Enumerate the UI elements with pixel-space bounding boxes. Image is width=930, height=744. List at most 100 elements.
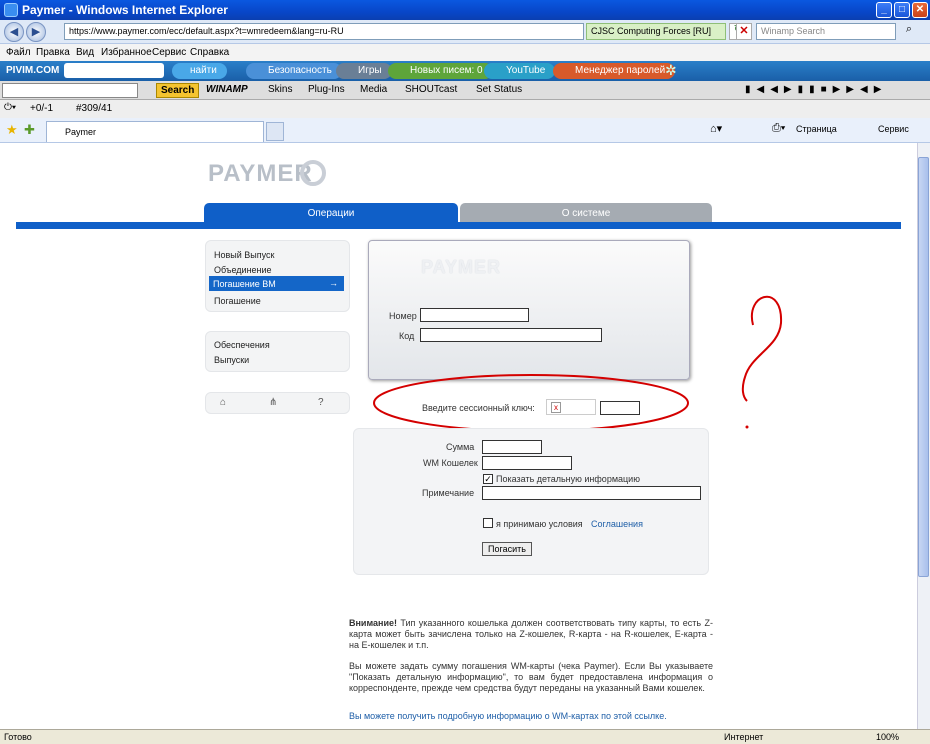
settings-gear-icon[interactable]: ✲ (665, 62, 677, 79)
address-bar[interactable]: https://www.paymer.com/ecc/default.aspx?… (64, 23, 584, 40)
paymer-logo-swirl-icon (300, 160, 326, 186)
youtube-button[interactable]: YouTube (484, 63, 556, 79)
sidebar-item-issues[interactable]: Выпуски (214, 355, 249, 365)
pivim-find-button[interactable]: найти (172, 63, 227, 79)
status-text: Готово (4, 732, 32, 742)
menu-favorites[interactable]: Избранное (101, 47, 152, 58)
winamp-toolbar: Search WINAMP Skins Plug-Ins Media SHOUT… (0, 81, 930, 100)
sidebar-item-redeem-vm[interactable]: Погашение ВМ → (209, 276, 344, 291)
winamp-search-input[interactable] (2, 83, 138, 98)
password-manager-button[interactable]: Менеджер паролей (553, 63, 676, 79)
rank-value: #309/41 (76, 103, 113, 114)
sitemap-icon[interactable]: ⋔ (269, 397, 277, 408)
tab-paymer[interactable]: Paymer (46, 121, 264, 142)
wallet-input[interactable] (482, 456, 572, 470)
code-label: Код (399, 331, 415, 341)
sidebar-item-merge[interactable]: Объединение (214, 265, 272, 275)
pivim-toolbar: PIVIM.COM найти Безопасность Игры Новых … (0, 61, 930, 81)
back-button[interactable]: ◀ (4, 22, 24, 42)
menu-help[interactable]: Справка (190, 47, 229, 58)
warning-bold: Внимание! (349, 618, 397, 628)
tab-title: Paymer (65, 127, 97, 137)
scrollbar-thumb[interactable] (918, 157, 929, 577)
shoutcast-menu[interactable]: SHOUTcast (405, 84, 457, 95)
internet-zone: Интернет (724, 732, 764, 742)
question-mark-annotation (741, 295, 783, 429)
zoom-level[interactable]: 100% (876, 732, 899, 742)
search-input[interactable]: Winamp Search (756, 23, 896, 40)
info-note: Вы можете задать сумму погашения WM-карт… (349, 661, 713, 693)
winamp-search-button[interactable]: Search (156, 83, 200, 98)
set-status-menu[interactable]: Set Status (476, 84, 522, 95)
pivim-logo: PIVIM.COM (6, 65, 60, 76)
details-checkbox[interactable]: ✓ (483, 474, 493, 484)
accept-terms-label: я принимаю условия (496, 519, 583, 529)
new-tab-button[interactable] (266, 122, 284, 141)
maximize-button[interactable]: □ (894, 2, 910, 18)
winamp-player-controls-icon[interactable]: ▮◀◀▶▮▮■▶▶◀▶ (745, 84, 887, 95)
service-menu[interactable]: Сервис (878, 124, 909, 134)
sidebar-item-collateral[interactable]: Обеспечения (214, 340, 270, 350)
mail-button[interactable]: Новых писем: 0 (388, 63, 493, 79)
wallet-label: WM Кошелек (423, 458, 478, 468)
plugins-menu[interactable]: Plug-Ins (308, 84, 345, 95)
search-icon[interactable]: ⌕ (899, 23, 919, 40)
menu-tools[interactable]: Сервис (152, 47, 186, 58)
counter-value: +0/-1 (30, 103, 54, 114)
home-icon[interactable]: ⌂▾ (710, 122, 722, 135)
warning-text: Тип указанного кошелька должен соответст… (349, 618, 713, 650)
home-icon[interactable]: ⌂ (220, 397, 226, 408)
card-login-box: PAYMER Номер Код (368, 240, 690, 380)
sum-label: Сумма (446, 442, 475, 452)
redeem-form: Сумма WM Кошелек ✓ Показать детальную ин… (353, 428, 709, 575)
tab-operations[interactable]: Операции (204, 203, 458, 222)
close-window-button[interactable]: ✕ (912, 2, 928, 18)
page-menu[interactable]: Страница (796, 124, 837, 134)
security-button[interactable]: Безопасность (246, 63, 342, 79)
power-icon[interactable]: ⏻▾ (4, 102, 16, 113)
skins-menu[interactable]: Skins (268, 84, 292, 95)
sidebar-item-redemption[interactable]: Погашение (214, 296, 261, 306)
paymer-logo: PAYMER (208, 160, 313, 187)
stop-button[interactable]: ✕ (736, 23, 752, 40)
window-title: Paymer - Windows Internet Explorer (22, 3, 228, 17)
comment-input[interactable] (482, 486, 701, 500)
add-favorites-icon[interactable]: ✚ (24, 122, 35, 138)
sidebar-icon-bar: ⌂ ⋔ ? (205, 392, 350, 414)
favorites-star-icon[interactable]: ★ (6, 122, 18, 138)
login-logo: PAYMER (421, 257, 502, 277)
redeem-submit-button[interactable]: Погасить (482, 542, 532, 556)
print-icon[interactable]: ⎙▾ (772, 122, 785, 135)
menu-view[interactable]: Вид (76, 47, 94, 58)
winamp-logo: WINAMP (206, 84, 248, 95)
arrow-right-icon: → (329, 278, 338, 288)
minimize-button[interactable]: _ (876, 2, 892, 18)
card-code-input[interactable] (420, 328, 602, 342)
menu-edit[interactable]: Правка (36, 47, 70, 58)
sidebar-item-label: Погашение ВМ (213, 279, 276, 289)
help-icon[interactable]: ? (318, 397, 324, 408)
sidebar-item-new-issue[interactable]: Новый Выпуск (214, 250, 274, 260)
details-label: Показать детальную информацию (496, 474, 640, 484)
menu-file[interactable]: Файл (6, 47, 31, 58)
pivim-search-input[interactable] (64, 63, 164, 78)
menu-bar: Файл Правка Вид Избранное Сервис Справка (0, 44, 930, 61)
info-link[interactable]: Вы можете получить подробную информацию … (349, 711, 713, 722)
warning-note: Внимание! Тип указанного кошелька должен… (349, 618, 713, 651)
ie-icon (4, 3, 18, 17)
card-number-input[interactable] (420, 308, 529, 322)
sum-input[interactable] (482, 440, 542, 454)
status-bar: Готово Интернет 100% (0, 729, 930, 744)
accept-terms-checkbox[interactable] (483, 518, 493, 528)
forward-button[interactable]: ▶ (26, 22, 46, 42)
agreement-link[interactable]: Соглашения (591, 519, 643, 529)
games-button[interactable]: Игры (336, 63, 392, 79)
comment-label: Примечание (422, 488, 475, 498)
media-menu[interactable]: Media (360, 84, 387, 95)
number-label: Номер (389, 311, 417, 321)
certificate-badge[interactable]: CJSC Computing Forces [RU] (586, 23, 726, 40)
sidebar-menu-reports: Обеспечения Выпуски (205, 331, 350, 372)
counter-toolbar: ⏻▾ +0/-1 #309/41 (0, 100, 930, 118)
title-bar: Paymer - Windows Internet Explorer _ □ ✕ (0, 0, 930, 20)
tab-about[interactable]: О системе (460, 203, 712, 222)
